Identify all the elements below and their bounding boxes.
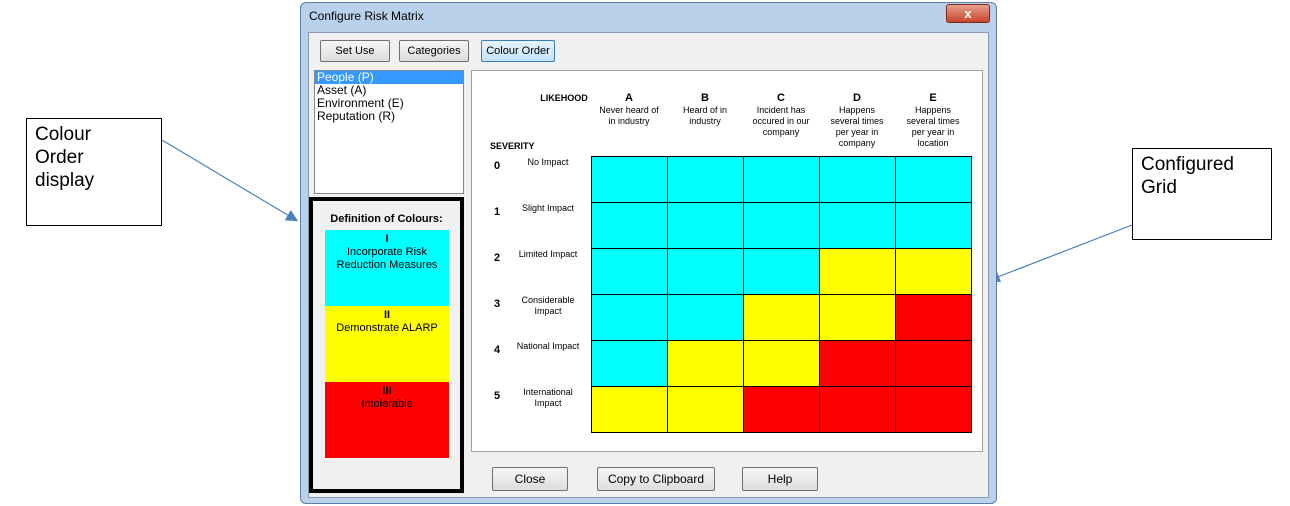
legend-item-iii-text: Intolerable xyxy=(361,398,413,410)
callout-configured-grid-text: Configured Grid xyxy=(1141,154,1234,198)
legend-item-i-text: Incorporate Risk Reduction Measures xyxy=(336,246,438,271)
legend-item-iii: III Intolerable xyxy=(325,382,449,458)
row-severity-description: No Impact xyxy=(527,157,569,167)
matrix-cell[interactable] xyxy=(743,386,820,433)
matrix-cell[interactable] xyxy=(819,156,896,203)
column-header-b: B Heard of in industry xyxy=(667,92,743,127)
column-description: Incident has occured in our company xyxy=(752,105,810,137)
categories-button[interactable]: Categories xyxy=(399,40,469,62)
column-letter: A xyxy=(625,92,633,104)
row-severity-description: National Impact xyxy=(516,341,580,351)
column-letter: E xyxy=(929,92,937,104)
column-letter: D xyxy=(853,92,861,104)
row-number: 3 xyxy=(494,298,501,310)
matrix-cell[interactable] xyxy=(591,248,668,295)
window-close-button[interactable]: x xyxy=(946,4,990,23)
matrix-cell[interactable] xyxy=(591,156,668,203)
configure-risk-matrix-window: Configure Risk Matrix x Set Use Categori… xyxy=(300,2,997,504)
matrix-cell[interactable] xyxy=(819,386,896,433)
copy-to-clipboard-button[interactable]: Copy to Clipboard xyxy=(597,467,715,491)
matrix-cell[interactable] xyxy=(743,294,820,341)
matrix-cell[interactable] xyxy=(591,386,668,433)
matrix-cell[interactable] xyxy=(743,248,820,295)
matrix-cell[interactable] xyxy=(667,248,744,295)
row-severity-description: International Impact xyxy=(523,387,573,408)
column-header-e: E Happens several times per year in locat… xyxy=(895,92,971,149)
matrix-cell[interactable] xyxy=(895,202,972,249)
matrix-cell[interactable] xyxy=(743,202,820,249)
row-severity-description: Considerable Impact xyxy=(521,295,575,316)
row-number: 4 xyxy=(494,344,501,356)
help-button[interactable]: Help xyxy=(742,467,818,491)
risk-matrix-grid: LIKEHOOD SEVERITY A Never heard of in ind… xyxy=(471,70,983,452)
matrix-cell[interactable] xyxy=(667,294,744,341)
matrix-cell[interactable] xyxy=(819,248,896,295)
legend-item-ii: II Demonstrate ALARP xyxy=(325,306,449,382)
column-description: Heard of in industry xyxy=(682,105,728,126)
matrix-cell[interactable] xyxy=(819,294,896,341)
close-button[interactable]: Close xyxy=(492,467,568,491)
matrix-cell[interactable] xyxy=(591,340,668,387)
row-number: 5 xyxy=(494,390,501,402)
matrix-cell[interactable] xyxy=(667,202,744,249)
column-description: Happens several times per year in compan… xyxy=(830,105,884,148)
callout-configured-grid: Configured Grid xyxy=(1132,148,1272,240)
matrix-cell[interactable] xyxy=(743,156,820,203)
matrix-cell[interactable] xyxy=(591,294,668,341)
row-number: 2 xyxy=(494,252,501,264)
column-header-c: C Incident has occured in our company xyxy=(743,92,819,138)
legend-item-ii-numeral: II xyxy=(383,309,391,321)
colour-definitions-panel: Definition of Colours: I Incorporate Ris… xyxy=(309,197,464,493)
matrix-cell[interactable] xyxy=(667,340,744,387)
matrix-cell[interactable] xyxy=(743,340,820,387)
callout-colour-order: Colour Order display xyxy=(26,118,162,226)
matrix-cell[interactable] xyxy=(667,156,744,203)
row-number: 0 xyxy=(494,160,501,172)
column-description: Happens several times per year in locati… xyxy=(906,105,960,148)
legend-item-i: I Incorporate Risk Reduction Measures xyxy=(325,230,449,306)
matrix-cell[interactable] xyxy=(895,248,972,295)
category-list[interactable]: People (P) Asset (A) Environment (E) Rep… xyxy=(314,70,464,194)
dialog-client-area: Set Use Categories Colour Order People (… xyxy=(308,32,989,498)
row-severity-description: Slight Impact xyxy=(521,203,575,213)
matrix-cell[interactable] xyxy=(819,202,896,249)
column-description: Never heard of in industry xyxy=(599,105,659,126)
row-number: 1 xyxy=(494,206,501,218)
callout-colour-order-text: Colour Order display xyxy=(35,124,95,191)
column-letter: B xyxy=(701,92,709,104)
matrix-cell[interactable] xyxy=(591,202,668,249)
row-severity-description: Limited Impact xyxy=(518,249,578,259)
category-item-reputation[interactable]: Reputation (R) xyxy=(315,110,463,123)
legend-title: Definition of Colours: xyxy=(330,213,443,225)
window-title: Configure Risk Matrix xyxy=(309,9,424,23)
legend-item-i-numeral: I xyxy=(385,233,389,245)
matrix-cell[interactable] xyxy=(895,386,972,433)
matrix-cell[interactable] xyxy=(819,340,896,387)
column-header-a: A Never heard of in industry xyxy=(591,92,667,127)
title-bar: Configure Risk Matrix x xyxy=(301,3,996,31)
column-header-d: D Happens several times per year in compa… xyxy=(819,92,895,149)
matrix-cell[interactable] xyxy=(667,386,744,433)
matrix-cell[interactable] xyxy=(895,340,972,387)
colour-order-button[interactable]: Colour Order xyxy=(481,40,555,62)
severity-label: SEVERITY xyxy=(490,141,535,151)
likelihood-label: LIKEHOOD xyxy=(540,93,588,103)
matrix-cell[interactable] xyxy=(895,294,972,341)
set-use-button[interactable]: Set Use xyxy=(320,40,390,62)
column-letter: C xyxy=(777,92,785,104)
legend-item-ii-text: Demonstrate ALARP xyxy=(336,322,438,334)
legend-item-iii-numeral: III xyxy=(382,385,392,397)
matrix-cell[interactable] xyxy=(895,156,972,203)
